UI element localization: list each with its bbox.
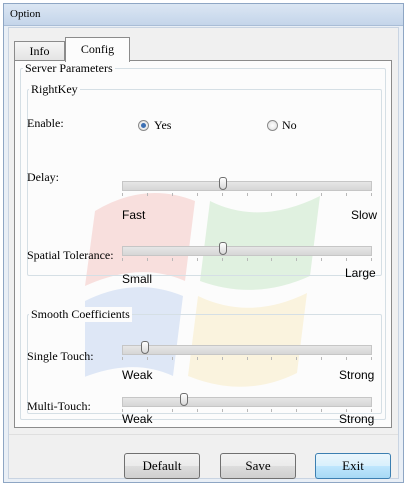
slider-tick [296,409,297,412]
delay-slider[interactable] [122,176,374,198]
delay-min-label: Fast [122,208,146,222]
spatial-tolerance-slider[interactable] [122,241,374,263]
enable-label: Enable: [27,116,64,130]
spatial-tolerance-max-label: Large [345,266,376,280]
smooth-coefficients-title: Smooth Coefficients [29,307,132,322]
exit-button[interactable]: Exit [315,453,391,479]
slider-tick [371,357,372,360]
single-touch-slider-thumb[interactable] [141,341,149,354]
slider-tick [122,193,123,196]
single-touch-slider-track[interactable] [122,345,372,355]
radio-no-label: No [282,118,297,132]
delay-label: Delay: [27,170,59,184]
delay-slider-track[interactable] [122,181,372,191]
slider-tick [371,258,372,261]
slider-tick [371,193,372,196]
radio-yes-label: Yes [154,118,172,132]
single-touch-max-label: Strong [339,368,375,382]
tab-config[interactable]: Config [65,37,130,62]
config-panel: Server Parameters RightKey Enable: Yes N… [14,60,392,428]
tab-info-label: Info [29,44,50,58]
slider-tick [222,357,223,360]
slider-tick [271,357,272,360]
spatial-tolerance-slider-track[interactable] [122,246,372,256]
slider-tick [197,409,198,412]
slider-tick [296,357,297,360]
delay-slider-thumb[interactable] [219,177,227,190]
spatial-tolerance-min-label: Small [122,272,153,286]
slider-tick [147,357,148,360]
slider-tick [321,409,322,412]
save-button[interactable]: Save [220,453,296,479]
multi-touch-slider-track[interactable] [122,397,372,407]
multi-touch-label: Multi-Touch: [27,399,91,413]
slider-tick [147,193,148,196]
option-window: Option Info Config Server Parameters Rig… [3,3,404,483]
slider-tick [172,193,173,196]
slider-tick [122,357,123,360]
single-touch-slider-ticks [122,357,372,361]
delay-max-label: Slow [351,208,378,222]
rightkey-title: RightKey [29,82,80,97]
single-touch-label: Single Touch: [27,349,94,363]
slider-tick [197,258,198,261]
radio-yes-indicator[interactable] [138,120,149,131]
slider-tick [321,258,322,261]
slider-tick [247,409,248,412]
multi-touch-slider-ticks [122,409,372,413]
slider-tick [296,258,297,261]
spatial-tolerance-slider-ticks [122,258,372,262]
multi-touch-slider-thumb[interactable] [180,393,188,406]
window-title: Option [10,8,41,20]
slider-tick [172,409,173,412]
radio-no-indicator[interactable] [267,120,278,131]
tab-info[interactable]: Info [14,41,65,61]
slider-tick [197,193,198,196]
slider-tick [346,357,347,360]
slider-tick [247,357,248,360]
tab-config-label: Config [80,42,115,56]
slider-tick [346,258,347,261]
slider-tick [271,258,272,261]
default-button[interactable]: Default [124,453,200,479]
slider-tick [222,193,223,196]
slider-tick [247,258,248,261]
slider-tick [222,258,223,261]
slider-tick [321,193,322,196]
slider-tick [122,258,123,261]
slider-tick [271,193,272,196]
single-touch-min-label: Weak [122,368,153,382]
slider-tick [197,357,198,360]
slider-tick [172,357,173,360]
slider-tick [222,409,223,412]
slider-tick [147,258,148,261]
spatial-tolerance-label: Spatial Tolerance: [27,248,114,262]
single-touch-slider[interactable] [122,340,374,362]
slider-tick [321,357,322,360]
slider-tick [172,258,173,261]
slider-tick [296,193,297,196]
slider-tick [346,193,347,196]
spatial-tolerance-slider-thumb[interactable] [219,242,227,255]
dialog-client: Info Config Server Parameters RightKey E… [8,27,399,479]
radio-no[interactable]: No [260,117,310,133]
multi-touch-slider[interactable] [122,392,374,412]
title-bar[interactable]: Option [4,4,403,26]
slider-tick [271,409,272,412]
multi-touch-max-label: Strong [339,412,375,426]
delay-slider-ticks [122,193,372,197]
multi-touch-min-label: Weak [122,412,153,426]
radio-yes[interactable]: Yes [132,117,192,133]
server-parameters-title: Server Parameters [23,61,115,76]
slider-tick [247,193,248,196]
